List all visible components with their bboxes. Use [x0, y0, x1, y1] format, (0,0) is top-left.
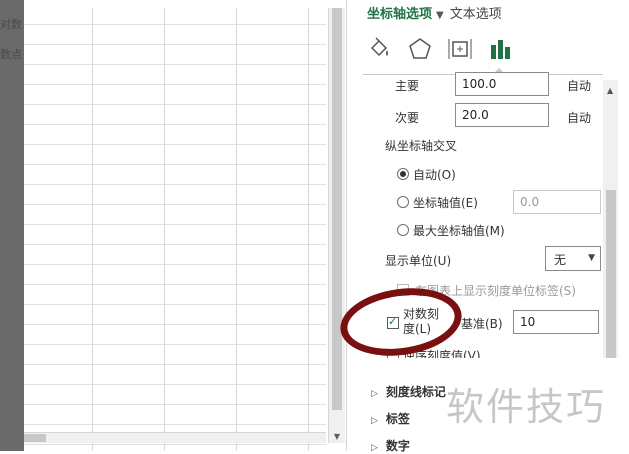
display-units-value: 无: [554, 253, 567, 267]
watermark: 软件技巧: [446, 385, 607, 429]
window-vertical-scrollbar[interactable]: ▼: [328, 8, 345, 443]
cross-axis-value-label[interactable]: 坐标轴值(E): [413, 194, 478, 211]
minor-auto-button[interactable]: 自动: [567, 109, 591, 126]
cross-auto-label[interactable]: 自动(O): [413, 166, 456, 183]
log-base-label: 基准(B): [461, 317, 503, 331]
major-unit-input[interactable]: 100.0: [455, 72, 549, 96]
tab-dropdown-arrow-icon[interactable]: ▼: [436, 10, 444, 21]
section-tick-marks[interactable]: ▷ 刻度线标记: [371, 383, 446, 400]
display-units-label: 显示单位(U): [385, 254, 452, 268]
window-scroll-thumb[interactable]: [332, 8, 342, 410]
tab-text-options[interactable]: 文本选项: [450, 7, 502, 22]
cross-auto-radio[interactable]: [397, 168, 409, 180]
cross-axis-value-radio[interactable]: [397, 196, 409, 208]
minor-unit-label: 次要: [395, 111, 420, 125]
pane-tabs: 坐标轴选项 ▼ 文本选项: [367, 3, 502, 22]
axis-crosses-title: 纵坐标轴交叉: [385, 139, 458, 153]
log-base-input[interactable]: 10: [513, 310, 599, 334]
expand-arrow-icon: ▷: [371, 416, 378, 426]
major-auto-button[interactable]: 自动: [567, 77, 591, 94]
options-scroll-thumb[interactable]: [606, 190, 616, 358]
effects-pentagon-icon[interactable]: [407, 36, 433, 62]
section-tick-marks-label: 刻度线标记: [385, 385, 446, 399]
cross-max-value-radio[interactable]: [397, 224, 409, 236]
sheet-scroll-thumb[interactable]: [24, 434, 46, 442]
minor-unit-input[interactable]: 20.0: [455, 103, 549, 127]
app-background: 对数 数点: [0, 0, 24, 451]
section-labels[interactable]: ▷ 标签: [371, 410, 410, 427]
fill-line-icon[interactable]: [367, 36, 393, 62]
section-number[interactable]: ▷ 数字: [371, 437, 410, 454]
scroll-up-arrow-icon[interactable]: ▲: [607, 86, 613, 95]
tab-axis-options[interactable]: 坐标轴选项: [367, 7, 432, 22]
background-text: 数点: [0, 48, 22, 61]
sheet-horizontal-scrollbar[interactable]: [24, 432, 326, 443]
spreadsheet-grid[interactable]: [24, 8, 326, 451]
scroll-down-arrow-icon[interactable]: ▼: [332, 431, 342, 443]
expand-arrow-icon: ▷: [371, 443, 378, 453]
major-unit-label: 主要: [395, 79, 420, 93]
background-text: 对数: [0, 18, 22, 31]
size-properties-icon[interactable]: [447, 36, 473, 62]
options-scrollbar[interactable]: ▲: [603, 80, 618, 358]
expand-arrow-icon: ▷: [371, 389, 378, 399]
chevron-down-icon: ▼: [588, 253, 595, 263]
section-labels-label: 标签: [385, 412, 410, 426]
cross-axis-value-input[interactable]: 0.0: [513, 190, 601, 214]
cross-max-value-label[interactable]: 最大坐标轴值(M): [413, 222, 505, 239]
display-units-select[interactable]: 无 ▼: [545, 246, 601, 271]
axis-options-bar-chart-icon[interactable]: [488, 36, 514, 62]
